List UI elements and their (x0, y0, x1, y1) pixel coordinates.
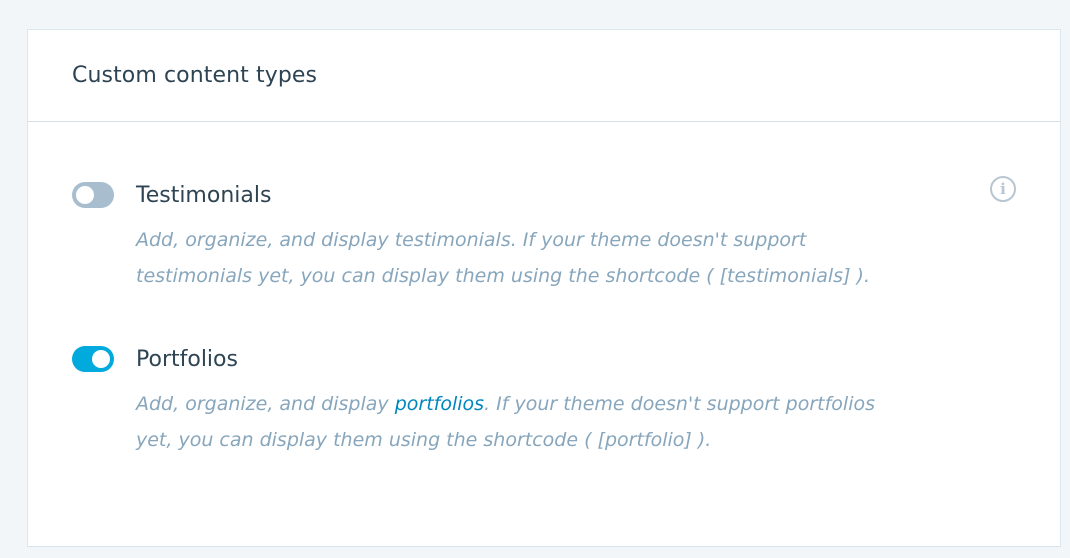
portfolios-toggle[interactable] (72, 346, 114, 372)
portfolios-desc-line1: Add, organize, and display portfolios. I… (136, 386, 972, 422)
testimonials-toggle[interactable] (72, 182, 114, 208)
portfolios-description: Add, organize, and display portfolios. I… (136, 386, 972, 458)
portfolios-desc-line2: yet, you can display them using the shor… (136, 429, 712, 451)
testimonials-label[interactable]: Testimonials (136, 183, 271, 208)
custom-content-types-card: Custom content types i Testimonials Add,… (28, 30, 1060, 546)
setting-portfolios: Portfolios Add, organize, and display po… (72, 344, 972, 458)
info-icon[interactable]: i (990, 176, 1016, 202)
testimonials-description: Add, organize, and display testimonials.… (136, 222, 972, 294)
toggle-knob (92, 350, 110, 368)
testimonials-desc-line1: Add, organize, and display testimonials.… (136, 229, 807, 251)
card-header: Custom content types (28, 30, 1060, 122)
setting-testimonials: Testimonials Add, organize, and display … (72, 180, 972, 294)
testimonials-desc-line2: testimonials yet, you can display them u… (136, 265, 870, 287)
setting-row-portfolios: Portfolios (72, 344, 972, 374)
toggle-knob (76, 186, 94, 204)
portfolios-desc-post: . If your theme doesn't support portfoli… (484, 393, 875, 415)
card-title: Custom content types (72, 63, 318, 88)
portfolios-label[interactable]: Portfolios (136, 347, 238, 372)
setting-row-testimonials: Testimonials (72, 180, 972, 210)
portfolios-link[interactable]: portfolios (395, 393, 484, 415)
portfolios-desc-pre: Add, organize, and display (136, 393, 395, 415)
